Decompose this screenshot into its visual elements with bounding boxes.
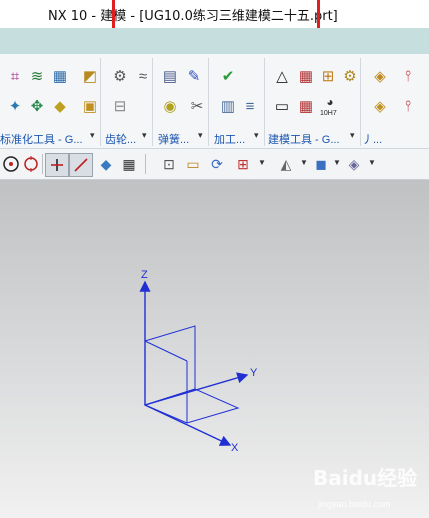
y-axis-label: Y — [250, 367, 258, 379]
watermark-url: jingyan.baidu.com — [318, 499, 391, 509]
csys-drawing: Z Y X — [139, 269, 258, 454]
z-axis-label: Z — [141, 269, 148, 281]
xy-plane — [143, 388, 240, 424]
baidu-watermark: Baidu经验 — [313, 466, 418, 490]
x-axis-label: X — [231, 442, 239, 454]
